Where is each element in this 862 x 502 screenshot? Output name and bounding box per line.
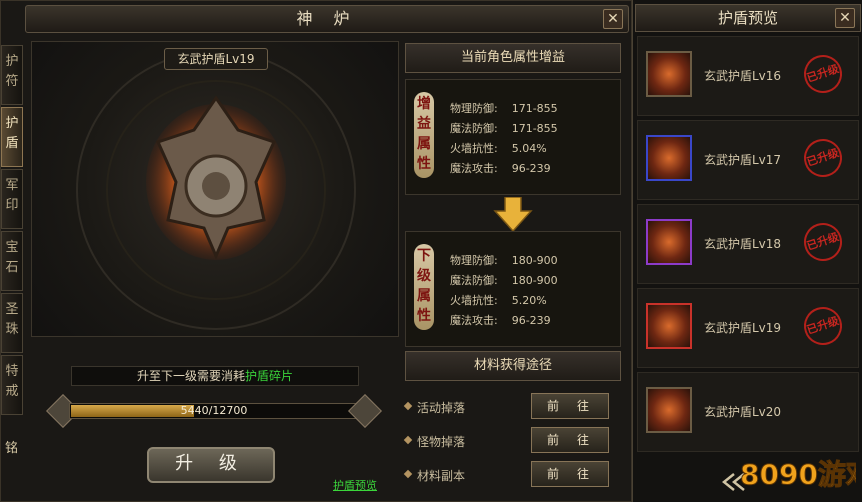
close-button[interactable]: ✕ (603, 9, 623, 29)
shield-icon (146, 95, 286, 260)
preview-item-name: 玄武护盾Lv17 (704, 153, 782, 167)
next-stats-tag: 下级属性 (414, 244, 434, 330)
shield-thumb-icon (646, 219, 692, 265)
upgrade-button[interactable]: 升 级 (147, 447, 275, 483)
forge-window: 神 炉 ✕ 护符 护盾 军印 宝石 圣珠 特戒 铭 玄武护盾Lv19 升至下一级… (0, 0, 632, 502)
stat-label: 火墙抗性: (450, 142, 498, 155)
upgrade-requirement: 升至下一级需要消耗护盾碎片 (71, 366, 359, 386)
stat-label: 魔法防御: (450, 274, 498, 287)
preview-item[interactable]: 玄武护盾Lv17 已升级 (637, 120, 859, 200)
preview-item[interactable]: 玄武护盾Lv16 已升级 (637, 36, 859, 116)
tab-label: 护盾 (5, 116, 19, 151)
bullet-icon (403, 469, 413, 479)
stat-value: 171-855 (511, 122, 558, 135)
requirement-item: 护盾碎片 (245, 369, 294, 383)
tab-label: 护符 (5, 54, 19, 89)
progress-track: 5440/12700 (69, 403, 359, 419)
stat-row: 火墙抗性: 5.04% (450, 140, 547, 156)
shield-display: 玄武护盾Lv19 (31, 41, 399, 337)
shield-thumb-icon (646, 303, 692, 349)
shield-preview-link[interactable]: 护盾预览 (333, 477, 377, 493)
stat-value: 180-900 (511, 254, 558, 267)
tab-label-partial: 铭 (5, 441, 19, 456)
stat-row: 魔法防御: 180-900 (450, 272, 558, 288)
preview-item[interactable]: 玄武护盾Lv19 已升级 (637, 288, 859, 368)
source-label: 怪物掉落 (417, 435, 466, 449)
stat-value: 5.04% (511, 142, 547, 155)
current-stats-tag: 增益属性 (414, 92, 434, 178)
tab-gem[interactable]: 宝石 (1, 231, 23, 291)
current-stats: 增益属性 物理防御: 171-855 魔法防御: 171-855 火墙抗性: 5.04… (405, 79, 621, 195)
stat-label: 魔法攻击: (450, 314, 498, 327)
upgraded-stamp: 已升级 (799, 218, 847, 266)
shield-name: 玄武护盾Lv19 (164, 48, 268, 70)
stat-value: 171-855 (511, 102, 558, 115)
stat-label: 火墙抗性: (450, 294, 498, 307)
preview-close-button[interactable]: ✕ (835, 8, 855, 28)
progress-text: 5440/12700 (180, 404, 248, 417)
stat-row: 火墙抗性: 5.20% (450, 292, 547, 308)
tab-ring[interactable]: 特戒 (1, 355, 23, 415)
stat-row: 魔法攻击: 96-239 (450, 312, 551, 328)
next-stats: 下级属性 物理防御: 180-900 魔法防御: 180-900 火墙抗性: 5.20… (405, 231, 621, 347)
progress-bar: 5440/12700 (46, 394, 382, 428)
preview-title: 护盾预览 (635, 4, 861, 32)
bullet-icon (403, 401, 413, 411)
arrow-down-icon (493, 197, 533, 231)
upgraded-stamp: 已升级 (799, 50, 847, 98)
bullet-icon (403, 435, 413, 445)
tab-label: 特戒 (5, 364, 19, 399)
stat-label: 魔法攻击: (450, 162, 498, 175)
source-row: 怪物掉落 前往 (403, 425, 621, 457)
requirement-text: 升至下一级需要消耗 (136, 369, 245, 383)
shield-preview-panel: 护盾预览 ✕ 玄武护盾Lv16 已升级 玄武护盾Lv17 已升级 玄武护盾Lv1… (632, 0, 862, 502)
stat-value: 96-239 (511, 314, 551, 327)
stat-value: 180-900 (511, 274, 558, 287)
upgraded-stamp: 已升级 (799, 134, 847, 182)
source-row: 活动掉落 前往 (403, 391, 621, 423)
window-title: 神 炉 (25, 5, 629, 33)
side-tabs: 护符 护盾 军印 宝石 圣珠 特戒 铭 (1, 45, 23, 456)
stat-row: 魔法防御: 171-855 (450, 120, 558, 136)
tab-label: 圣珠 (5, 302, 19, 337)
goto-button[interactable]: 前往 (531, 393, 609, 419)
preview-item-name: 玄武护盾Lv16 (704, 69, 782, 83)
stat-label: 魔法防御: (450, 122, 498, 135)
preview-item[interactable]: 玄武护盾Lv20 (637, 372, 859, 452)
source-label: 材料副本 (417, 469, 466, 483)
stat-value: 5.20% (511, 294, 547, 307)
shield-thumb-icon (646, 387, 692, 433)
stat-label: 物理防御: (450, 102, 498, 115)
tab-shield[interactable]: 护盾 (1, 107, 23, 167)
upgraded-stamp: 已升级 (799, 302, 847, 350)
preview-item[interactable]: 玄武护盾Lv18 已升级 (637, 204, 859, 284)
shield-thumb-icon (646, 51, 692, 97)
stat-label: 物理防御: (450, 254, 498, 267)
material-sources-header: 材料获得途径 (405, 351, 621, 381)
logo-text: 8090游戏 (740, 458, 856, 491)
source-row: 材料副本 前往 (403, 459, 621, 491)
tab-seal[interactable]: 军印 (1, 169, 23, 229)
tab-orb[interactable]: 圣珠 (1, 293, 23, 353)
goto-button[interactable]: 前往 (531, 461, 609, 487)
bar-cap-right (348, 394, 382, 428)
stat-row: 魔法攻击: 96-239 (450, 160, 551, 176)
preview-item-name: 玄武护盾Lv19 (704, 321, 782, 335)
goto-button[interactable]: 前往 (531, 427, 609, 453)
preview-item-name: 玄武护盾Lv18 (704, 237, 782, 251)
current-stats-header: 当前角色属性增益 (405, 43, 621, 73)
tab-label: 军印 (5, 178, 19, 213)
site-logo: 8090游戏 (740, 458, 857, 492)
source-label: 活动掉落 (417, 401, 466, 415)
stat-value: 96-239 (511, 162, 551, 175)
shield-thumb-icon (646, 135, 692, 181)
tab-label: 宝石 (5, 240, 19, 275)
stat-row: 物理防御: 180-900 (450, 252, 558, 268)
tab-amulet[interactable]: 护符 (1, 45, 23, 105)
preview-item-name: 玄武护盾Lv20 (704, 405, 782, 419)
stat-row: 物理防御: 171-855 (450, 100, 558, 116)
